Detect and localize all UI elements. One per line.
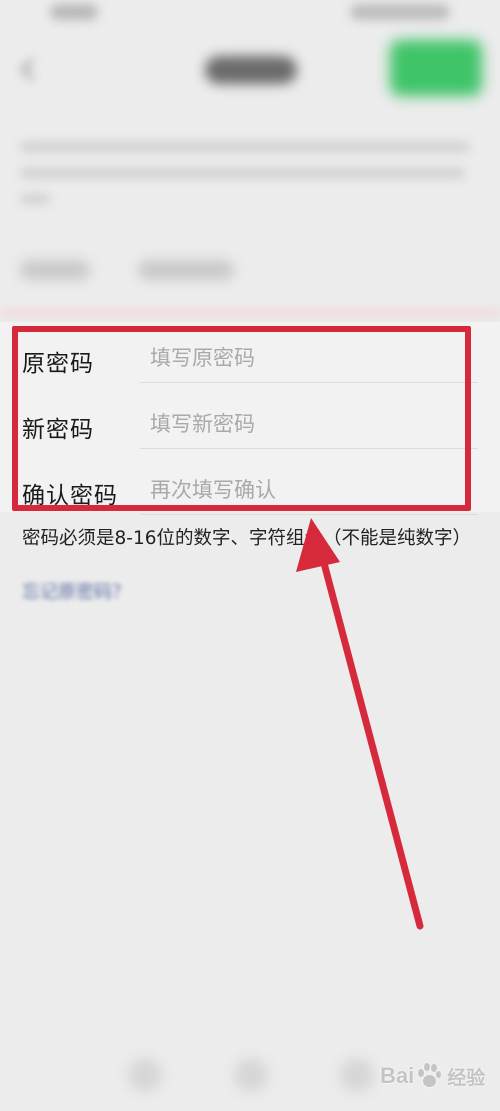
watermark-suffix: 经验: [447, 1066, 486, 1089]
description-line: [20, 168, 465, 178]
password-rule-hint: 密码必须是8-16位的数字、字符组合（不能是纯数字）: [22, 528, 471, 549]
nav-button[interactable]: [340, 1058, 374, 1092]
tab-left[interactable]: [20, 260, 90, 280]
row-divider: [140, 514, 478, 515]
description-line: [20, 194, 50, 204]
status-bar-right: [350, 4, 450, 20]
forgot-password-link[interactable]: 忘记原密码？: [22, 578, 130, 604]
page-title: [205, 56, 297, 84]
watermark-brand: Bai: [380, 1063, 415, 1088]
tab-right[interactable]: [138, 260, 234, 280]
annotation-highlight-box: [12, 326, 471, 511]
nav-button[interactable]: [234, 1058, 268, 1092]
status-bar-left: [50, 4, 98, 20]
arrow-shaft: [316, 544, 424, 930]
annotation-arrow: [296, 518, 424, 930]
section-divider: [0, 308, 500, 318]
paw-icon: [416, 1063, 442, 1089]
done-button[interactable]: [390, 40, 482, 96]
description-line: [20, 142, 470, 152]
back-button[interactable]: [16, 56, 42, 84]
nav-button[interactable]: [128, 1058, 162, 1092]
baidu-jingyan-watermark: Bai 经验: [380, 1060, 485, 1092]
